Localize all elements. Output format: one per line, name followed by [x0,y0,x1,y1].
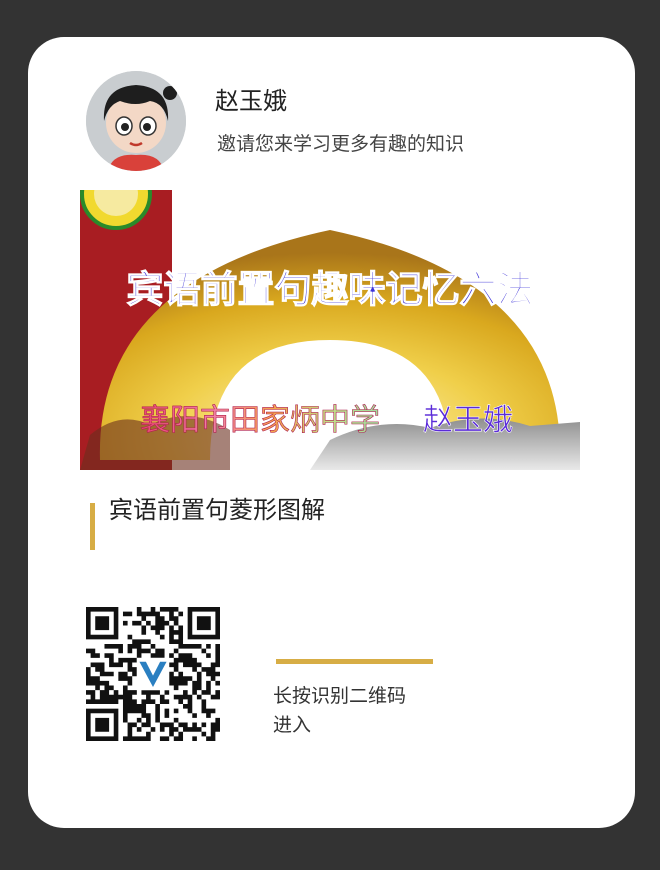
author-avatar[interactable] [86,71,186,171]
qr-hint-line2: 进入 [273,714,312,736]
title-accent-bar [90,503,95,550]
banner-teacher: 赵玉娥 [423,403,513,438]
banner-headline: 宾语前置句趣味记忆六法 [127,268,534,311]
banner-school: 襄阳市田家炳中学 [140,403,380,438]
qr-hint-accent-line [276,659,433,664]
qr-code[interactable] [86,607,220,741]
author-name: 赵玉娥 [215,87,287,115]
share-card: 赵玉娥 邀请您来学习更多有趣的知识 宾语前置句趣味记忆六法 襄阳市田家炳中学 赵… [28,37,635,828]
qr-hint: 长按识别二维码 进入 [273,682,473,740]
qr-finder-pattern [86,708,119,741]
lesson-cover-image[interactable]: 宾语前置句趣味记忆六法 襄阳市田家炳中学 赵玉娥 [80,190,580,470]
qr-finder-pattern [187,607,220,640]
invite-text: 邀请您来学习更多有趣的知识 [217,133,465,155]
qr-finder-pattern [86,607,119,640]
qr-hint-line1: 长按识别二维码 [273,685,407,707]
lesson-title: 宾语前置句菱形图解 [109,496,325,524]
